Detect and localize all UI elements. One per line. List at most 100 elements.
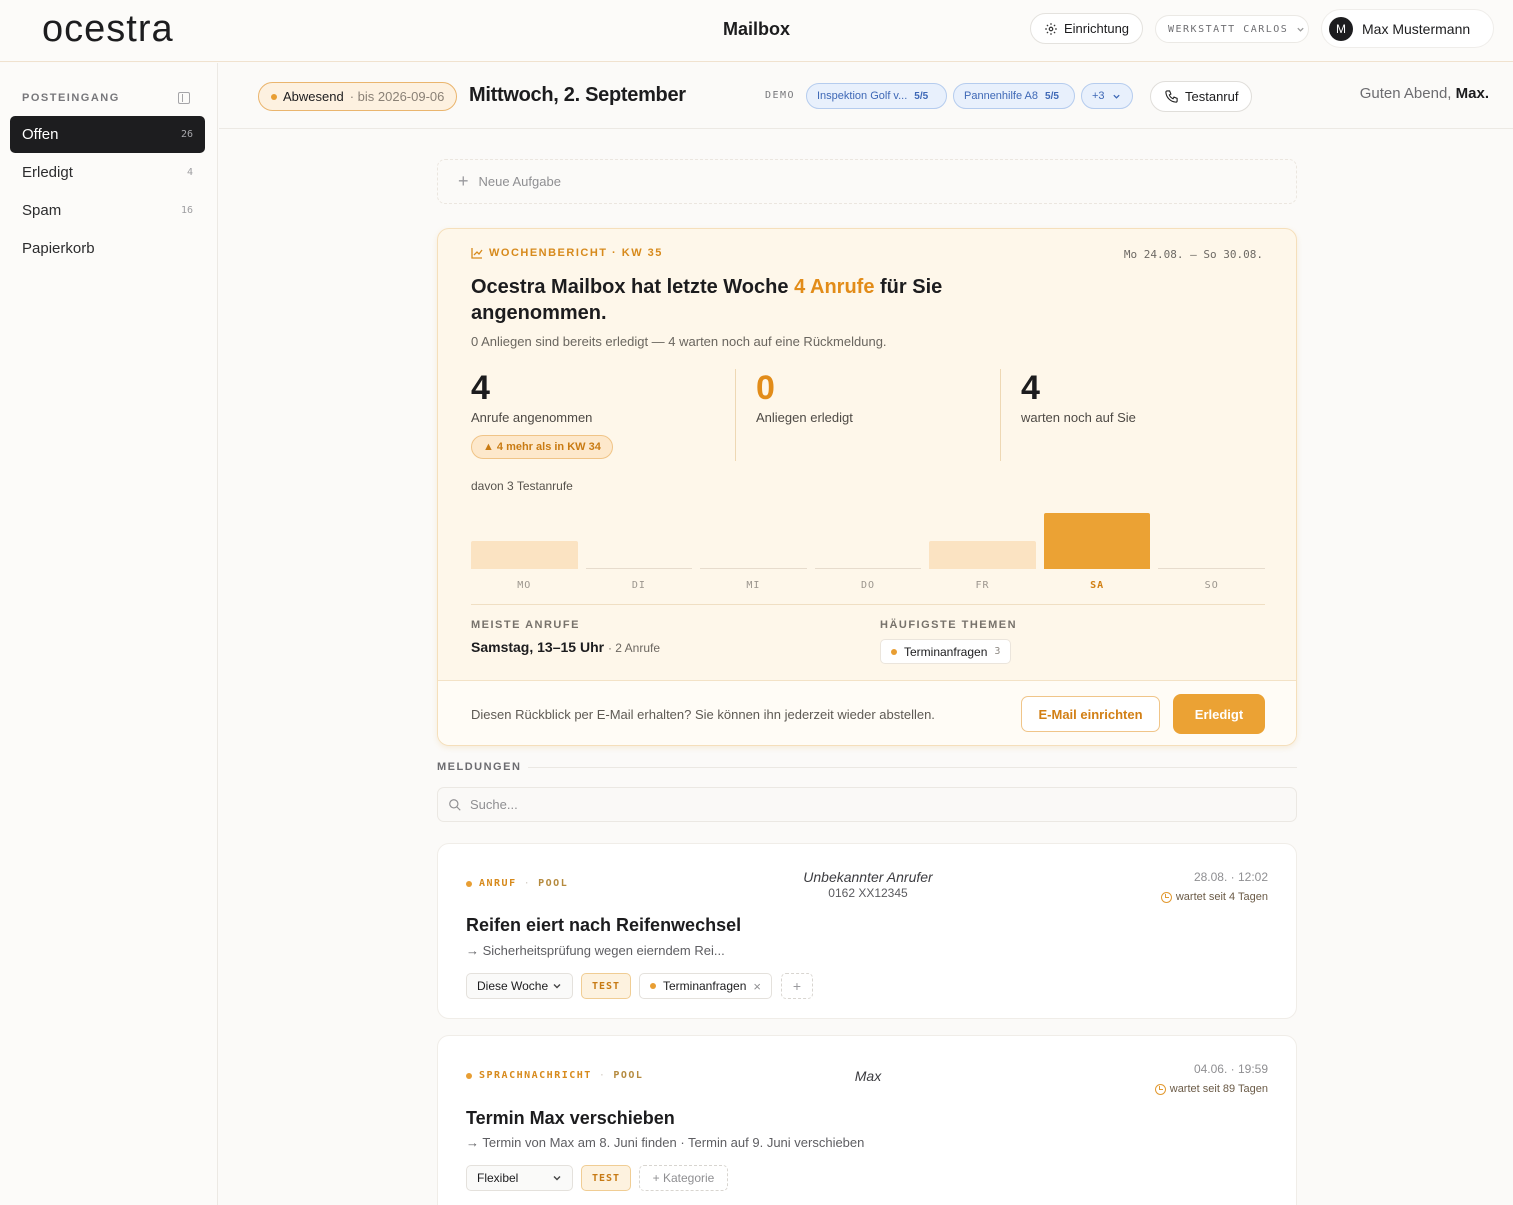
message-type: SPRACHNACHRICHT · POOL <box>466 1070 643 1081</box>
new-task-label: Neue Aufgabe <box>478 174 561 189</box>
report-title-accent: 4 Anrufe <box>794 276 875 298</box>
triangle-up-icon: ▲ <box>483 441 494 453</box>
sidebar-item-count: 26 <box>180 129 193 140</box>
bar-sa <box>1043 513 1151 569</box>
demo-label: DEMO <box>765 90 796 101</box>
waiting-label: wartet seit 89 Tagen <box>1169 1083 1268 1095</box>
report-kicker-label: WOCHENBERICHT · KW 35 <box>489 247 663 259</box>
chevron-down-icon <box>1297 27 1304 32</box>
chart-icon <box>471 248 483 259</box>
bar-baseline <box>700 568 807 569</box>
caller-name: Max <box>854 1068 882 1084</box>
stat-label: Anliegen erledigt <box>756 410 853 425</box>
stat-waiting: 4 warten noch auf Sie <box>1021 369 1136 425</box>
demo-chip-pannenhilfe[interactable]: Pannenhilfe A8 5/5 <box>953 83 1075 109</box>
topic-dot-icon <box>891 648 897 655</box>
bar-mo <box>471 541 578 569</box>
schedule-select[interactable]: Diese Woche <box>466 973 573 999</box>
waiting-label: wartet seit 4 Tagen <box>1175 891 1268 903</box>
avatar: M <box>1329 16 1353 41</box>
separator: · <box>523 878 532 889</box>
done-button[interactable]: Erledigt <box>1173 694 1265 734</box>
status-bar: Abwesend · bis 2026-09-06 Mittwoch, 2. S… <box>219 63 1513 129</box>
demo-more-label: +3 <box>1092 90 1105 102</box>
message-card[interactable]: SPRACHNACHRICHT · POOL Max 04.06. · 19:5… <box>437 1035 1297 1205</box>
chevron-down-icon <box>553 984 561 989</box>
sidebar-heading: POSTEINGANG <box>22 92 120 104</box>
waiting-since: wartet seit 89 Tagen <box>1154 1083 1268 1095</box>
topic-chip[interactable]: Terminanfragen 3 <box>880 639 1012 664</box>
sidebar-item-count: 16 <box>180 205 193 216</box>
close-icon[interactable]: × <box>753 979 761 994</box>
greeting: Guten Abend, Max. <box>1360 85 1489 102</box>
bar-label-di: DI <box>631 580 646 591</box>
stat-value: 4 <box>1021 369 1040 407</box>
bar-label-so: SO <box>1204 580 1219 591</box>
search-icon <box>449 798 461 811</box>
bar-column-di: DI <box>585 499 693 591</box>
bar-label-do: DO <box>860 580 875 591</box>
email-setup-button[interactable]: E-Mail einrichten <box>1021 696 1160 732</box>
search-placeholder: Suche... <box>470 797 518 812</box>
greeting-name: Max. <box>1455 85 1489 102</box>
report-title-pre: Ocestra Mailbox hat letzte Woche <box>471 276 789 298</box>
gear-icon <box>1045 22 1057 35</box>
demo-chip-score: 5/5 <box>1045 90 1059 102</box>
setup-button[interactable]: Einrichtung <box>1030 13 1143 44</box>
sidebar-item-erledigt[interactable]: Erledigt 4 <box>10 154 205 191</box>
pool-label: POOL <box>613 1070 644 1081</box>
peak-value: Samstag, 13–15 Uhr · 2 Anrufe <box>471 639 660 655</box>
testcall-button[interactable]: Testanruf <box>1150 81 1252 112</box>
message-type: ANRUF · POOL <box>466 878 568 889</box>
demo-chip-label: Inspektion Golf v... <box>817 90 908 102</box>
absent-status-badge[interactable]: Abwesend · bis 2026-09-06 <box>258 82 457 111</box>
category-chip[interactable]: Terminanfragen × <box>639 973 772 999</box>
bar-label-fr: FR <box>975 580 990 591</box>
divider <box>528 767 1297 768</box>
bar-label-mo: MO <box>517 580 532 591</box>
clock-icon <box>1154 1083 1166 1095</box>
testcall-label: Testanruf <box>1185 89 1239 104</box>
user-menu-button[interactable]: M Max Mustermann <box>1321 9 1494 48</box>
report-kicker: WOCHENBERICHT · KW 35 <box>471 247 663 259</box>
demo-chip-inspektion[interactable]: Inspektion Golf v... 5/5 <box>806 83 947 109</box>
workshop-select[interactable]: WERKSTATT CARLOS <box>1155 15 1309 43</box>
bar-fr <box>929 541 1036 569</box>
caller-number: 0162 XX12345 <box>828 886 908 900</box>
add-category-button[interactable]: + <box>781 973 813 999</box>
sidebar-item-papierkorb[interactable]: Papierkorb <box>10 230 205 267</box>
stat-done: 0 Anliegen erledigt <box>756 369 853 425</box>
category-label: Terminanfragen <box>663 979 747 993</box>
separator: · <box>598 1070 607 1081</box>
delta-badge: ▲ 4 mehr als in KW 34 <box>471 435 613 459</box>
phone-icon <box>1165 90 1178 103</box>
plus-icon: + <box>458 171 469 191</box>
peak-time: Samstag, 13–15 Uhr <box>471 639 605 655</box>
schedule-value: Flexibel <box>477 1171 519 1185</box>
sidebar-item-offen[interactable]: Offen 26 <box>10 116 205 153</box>
topic-label: Terminanfragen <box>904 644 988 659</box>
add-category-button[interactable]: + Kategorie <box>639 1165 728 1191</box>
schedule-select[interactable]: Flexibel <box>466 1165 573 1191</box>
sidebar-item-spam[interactable]: Spam 16 <box>10 192 205 229</box>
chevron-down-icon <box>1112 94 1120 99</box>
demo-chip-label: Pannenhilfe A8 <box>964 90 1039 102</box>
search-input[interactable]: Suche... <box>437 787 1297 822</box>
test-badge: TEST <box>581 1165 631 1191</box>
type-dot-icon <box>466 880 472 887</box>
message-card[interactable]: ANRUF · POOL Unbekannter Anrufer 0162 XX… <box>437 843 1297 1019</box>
new-task-input[interactable]: + Neue Aufgabe <box>437 159 1297 204</box>
bar-column-sa: SA <box>1043 499 1151 591</box>
demo-more-button[interactable]: +3 <box>1081 83 1133 109</box>
stat-value: 4 <box>471 369 490 407</box>
type-dot-icon <box>466 1072 472 1079</box>
sidebar: POSTEINGANG Offen 26 Erledigt 4 Spam 16 … <box>0 63 218 1205</box>
collapse-sidebar-icon[interactable] <box>178 92 190 104</box>
bar-baseline <box>1158 568 1265 569</box>
chevron-down-icon <box>553 1176 561 1181</box>
workshop-label: WERKSTATT CARLOS <box>1168 23 1289 35</box>
report-title: Ocestra Mailbox hat letzte Woche 4 Anruf… <box>471 274 991 326</box>
bar-column-mi: MI <box>700 499 807 591</box>
waiting-since: wartet seit 4 Tagen <box>1160 891 1268 903</box>
bar-column-mo: MO <box>471 499 578 591</box>
